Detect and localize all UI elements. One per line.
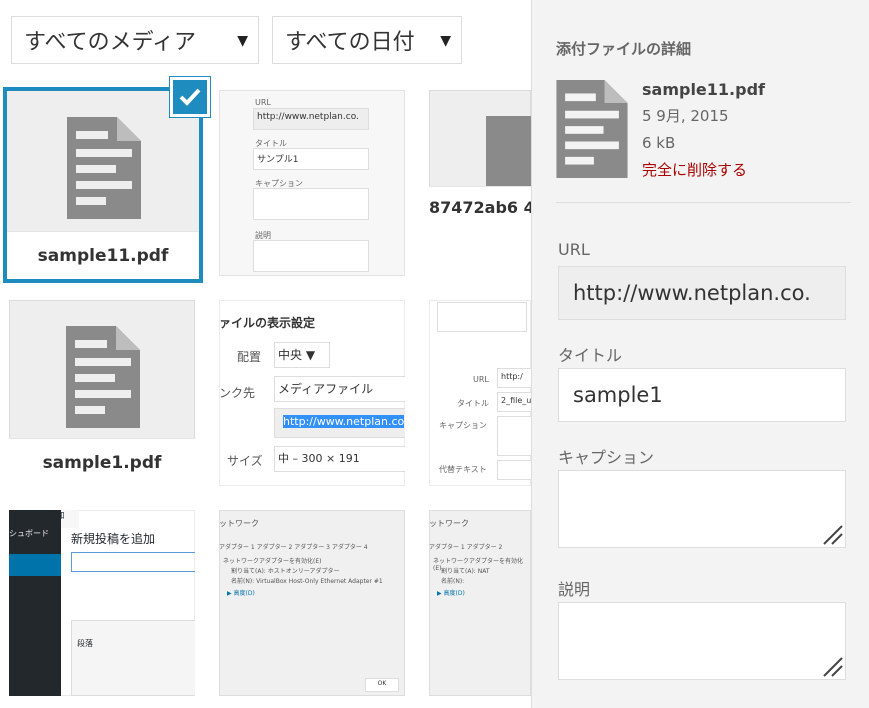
- selected-check-icon[interactable]: [170, 77, 210, 117]
- attachment-tile[interactable]: URL http:/ タイトル 2_file_u キャプション 代替テキスト: [429, 300, 531, 486]
- tile-text: OK: [365, 678, 399, 692]
- tile-text: 段落: [77, 639, 93, 648]
- tile-text: ネットワークアダプターを有効化(E): [223, 558, 322, 565]
- details-meta: sample11.pdf 5 9月, 2015 6 kB 完全に削除する: [642, 76, 765, 184]
- tile-box: [9, 554, 61, 576]
- attachment-tile[interactable]: sample1.pdf: [9, 300, 195, 486]
- tile-text: キャプション: [439, 421, 487, 430]
- tile-box: 中央 ▼: [274, 342, 330, 368]
- tile-box: [497, 460, 531, 480]
- tile-text: 代替テキスト: [439, 465, 487, 474]
- chevron-down-icon: ▼: [237, 33, 248, 49]
- date-filter-value: すべての日付: [285, 30, 415, 55]
- details-heading: 添付ファイルの詳細: [556, 40, 692, 58]
- title-label: タイトル: [558, 346, 623, 365]
- attachment-tile[interactable]: URL http://www.netplan.co. タイトル サンプル1 キャ…: [219, 90, 405, 276]
- tile-text: URL: [255, 98, 271, 107]
- tile-text: サンプル1: [253, 148, 369, 170]
- attachment-filename: 87472ab6 4592d519( 77c.p: [429, 186, 531, 276]
- attachment-tile[interactable]: 87472ab6 4592d519( 77c.p: [429, 90, 531, 276]
- tile-text: サイズ: [227, 454, 263, 468]
- attachment-tile[interactable]: ットワーク アダプター 1 アダプター 2 アダプター 3 アダプター 4 ネッ…: [219, 510, 405, 696]
- chevron-down-icon: ▼: [440, 33, 451, 49]
- delete-permanently-link[interactable]: 完全に削除する: [642, 157, 765, 184]
- tile-text: http://www.netplan.co: [283, 415, 405, 428]
- caption-label: キャプション: [558, 448, 655, 467]
- tile-text: URL: [473, 375, 489, 384]
- details-size: 6 kB: [642, 134, 676, 152]
- attachment-tile[interactable]: ァイルの表示設定 配置 中央 ▼ ンク先 メディアファイル http://www…: [219, 300, 405, 486]
- tile-text: ットワーク: [429, 519, 469, 528]
- tile-text: ットワーク: [219, 519, 259, 528]
- tile-text: 名前(N):: [441, 578, 465, 585]
- tile-text: ▶ 高度(D): [227, 590, 255, 597]
- details-date: 5 9月, 2015: [642, 107, 729, 125]
- date-filter[interactable]: すべての日付 ▼: [272, 16, 462, 64]
- tile-text: ▶ 高度(D): [437, 590, 465, 597]
- details-filename: sample11.pdf: [642, 80, 765, 99]
- tile-text: http://www.netplan.co.: [253, 108, 369, 130]
- media-type-filter[interactable]: すべてのメディア ▼: [11, 16, 259, 64]
- tile-text: 新規投稿を追加: [71, 532, 156, 546]
- divider: [556, 202, 851, 203]
- tile-text: 配置: [237, 350, 262, 364]
- tile-box: [497, 416, 531, 456]
- document-icon: [556, 80, 628, 178]
- attachment-filename: sample1.pdf: [9, 438, 195, 486]
- tile-text: ァイルの表示設定: [219, 316, 316, 330]
- tile-text: タイトル: [457, 399, 489, 408]
- tile-box: [71, 552, 195, 572]
- tile-text: アダプター 1 アダプター 2: [429, 544, 503, 551]
- resize-handle-icon[interactable]: [822, 656, 844, 678]
- attachment-tile[interactable]: ットワーク アダプター 1 アダプター 2 ネットワークアダプターを有効化(E)…: [429, 510, 531, 696]
- tile-text: 割り当て(A): ホストオンリーアダプター: [231, 568, 340, 575]
- tile-text: 中 – 300 × 191: [274, 446, 405, 472]
- url-field[interactable]: http://www.netplan.co.: [558, 266, 846, 320]
- tile-text: 割り当て(A): NAT: [441, 568, 490, 575]
- tile-text: http:/: [497, 368, 531, 388]
- tile-box: [253, 240, 369, 272]
- tile-text: 名前(N): VirtualBox Host-Only Ethernet Ada…: [231, 578, 383, 585]
- tile-text: メディアファイル: [274, 376, 405, 402]
- resize-handle-icon[interactable]: [822, 524, 844, 546]
- tile-box: [253, 188, 369, 220]
- tile-box: [437, 302, 527, 332]
- tile-text: アダプター 1 アダプター 2 アダプター 3 アダプター 4: [219, 544, 368, 551]
- attachment-details-panel: 添付ファイルの詳細 sample11.pdf 5 9月, 2015 6 kB 完…: [531, 0, 869, 708]
- tile-text: ンク先: [219, 386, 256, 400]
- attachment-tile[interactable]: シュボード 新規投稿を追加 メディアを追加 段落: [9, 510, 195, 696]
- url-label: URL: [558, 240, 590, 259]
- document-icon: [66, 326, 140, 428]
- media-type-filter-value: すべてのメディア: [24, 30, 197, 55]
- tile-text: 中央: [278, 348, 303, 362]
- tile-box: [71, 620, 195, 696]
- description-textarea[interactable]: [558, 602, 846, 680]
- tile-text: 2_file_u: [497, 392, 531, 412]
- tile-box: http://www.netplan.co: [274, 408, 405, 438]
- attachment-filename: sample11.pdf: [7, 231, 199, 279]
- caption-textarea[interactable]: [558, 470, 846, 548]
- title-field[interactable]: sample1: [558, 368, 846, 422]
- tile-text: シュボード: [9, 529, 49, 538]
- document-icon: [67, 117, 141, 219]
- description-label: 説明: [558, 580, 591, 599]
